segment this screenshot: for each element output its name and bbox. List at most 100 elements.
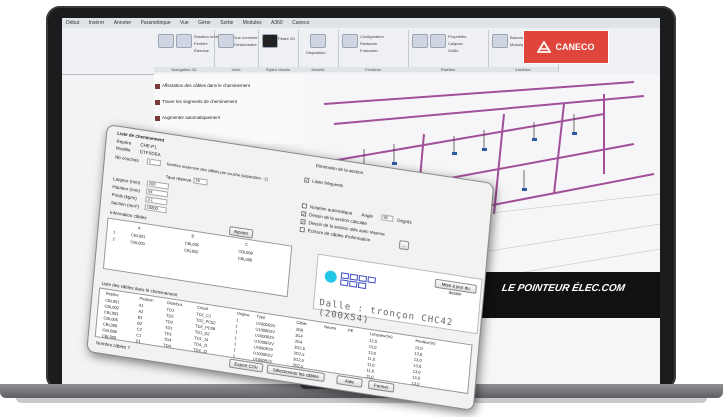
ribbon-group-model: Disposition Modèle (298, 30, 339, 72)
list-header[interactable]: Câble (296, 320, 307, 327)
option-checkbox[interactable] (299, 226, 305, 233)
cable-box (340, 279, 349, 287)
list-header[interactable]: Repère (106, 290, 119, 297)
ribbon-label: Filaire 2D (278, 36, 296, 41)
list-header[interactable]: Neutre (324, 324, 336, 331)
list-cell: CBL009 (101, 333, 117, 341)
list-cell: A2 (138, 308, 144, 315)
auto-icon (155, 116, 160, 121)
list-cell: A1 (138, 302, 144, 309)
ribbon-tab[interactable]: Caneco (288, 18, 313, 26)
grid-header: B (191, 233, 195, 239)
ribbon-group-title: Fenêtres (338, 67, 408, 72)
grid-cell[interactable]: CBL006 (238, 255, 253, 262)
list-cell: 1 (232, 353, 236, 359)
list-header[interactable]: Distribut. (167, 300, 183, 307)
ribbon-group-title: Navigation 2D (154, 67, 214, 72)
option-checkbox[interactable]: ✓ (300, 218, 306, 225)
tool-panel-item[interactable]: Augmenter automatiquement (162, 115, 220, 120)
dim-input[interactable]: 10800 (144, 204, 167, 214)
option-checkbox[interactable]: ✓ (304, 177, 310, 184)
list-cell: C1 (135, 332, 142, 338)
option-checkbox[interactable] (301, 203, 308, 209)
grid-cell[interactable]: CBL001 (131, 232, 146, 239)
tool-panel-item[interactable]: Tracer les segments de cheminement (162, 99, 237, 104)
list-cell: B1 (137, 314, 143, 321)
ribbon-label: Calques (448, 41, 463, 46)
ribbon-label: Vue nommée (234, 35, 258, 40)
list-cell: 1 (233, 341, 237, 347)
ribbon-tab[interactable]: Sortie (216, 18, 237, 26)
ribbon-tab[interactable]: Insérer (85, 18, 109, 26)
option-checkbox[interactable]: ✓ (301, 210, 307, 217)
list-cell: TD4 (163, 342, 172, 349)
cable-box (358, 275, 368, 283)
grid-cell[interactable]: CBL008 (238, 249, 253, 256)
list-header[interactable]: Position (139, 296, 154, 303)
layout-icon[interactable] (310, 34, 326, 48)
refresh-button[interactable]: ... (398, 240, 410, 251)
ribbon-group-palettes: Propriétés Calques Outils Palettes (408, 30, 489, 72)
ribbon-group-views: Vue nommée Gestionnaire Vues (214, 30, 259, 72)
caneco-mark-icon (537, 41, 552, 53)
named-view-icon[interactable] (218, 34, 234, 48)
reserve-input[interactable]: 25 (193, 177, 208, 186)
cable-dot (324, 269, 338, 284)
dim-label: Poids (kg/m) (111, 192, 137, 201)
tool-panel: Affectation des câbles dans le chemineme… (154, 74, 305, 144)
ribbon-group-navigation: Rotation orbit Fenêtre Étendue Navigatio… (154, 30, 218, 72)
cable-box (367, 276, 376, 284)
layers-icon[interactable] (430, 34, 446, 48)
ribbon-group-viewports: Configuration Restaurer Fusionner Fenêtr… (338, 30, 409, 72)
ribbon-group-title: Modèle (298, 67, 338, 72)
list-cell: TD4_J2 (192, 347, 208, 355)
list-cell: 1 (234, 329, 238, 335)
update-drawing-button[interactable]: Mise à jour du dessin (434, 278, 477, 297)
nb-couches-label: Nb couches (114, 154, 139, 163)
ribbon-tab[interactable]: Annoter (110, 18, 136, 26)
field-value: CHE-P1 (140, 142, 157, 150)
list-cell: D1 (135, 338, 141, 344)
visual-style-icon[interactable] (262, 34, 278, 48)
tool-panel-item[interactable]: Affectation des câbles dans le chemineme… (162, 83, 250, 88)
list-header[interactable]: PE (348, 328, 354, 334)
brand-name: CANECO (555, 42, 595, 52)
list-header[interactable]: Type (256, 314, 265, 320)
laptop-foot (16, 398, 707, 403)
reserve-label: Taux réserve (165, 174, 192, 184)
list-cell: 1 (235, 317, 239, 323)
angle-input[interactable]: 90 (381, 214, 394, 222)
ribbon-group-title: Vues (214, 67, 258, 72)
zoom-icon[interactable] (176, 34, 192, 48)
viewport-config-icon[interactable] (342, 34, 358, 48)
list-header[interactable]: Circuit (197, 304, 209, 311)
ribbon-tab[interactable]: Modules (239, 18, 266, 26)
ribbon-tab[interactable]: Début (62, 18, 83, 26)
orbit-icon[interactable] (158, 34, 174, 48)
ribbon-tab[interactable]: Vue (176, 18, 193, 26)
ribbon-tab[interactable]: A360 (267, 18, 287, 26)
ribbon-group-title: Interface (488, 67, 558, 72)
ribbon-label: Fusionner (360, 48, 378, 53)
switch-window-icon[interactable] (492, 34, 508, 48)
grid-cell[interactable]: CBL002 (184, 247, 199, 254)
caneco-logo: CANECO (523, 30, 609, 64)
field-label: Repère (116, 138, 132, 146)
grid-cell[interactable]: CBL003 (130, 239, 145, 246)
drawing-footer (462, 272, 660, 318)
ribbon-tab[interactable]: Gérer (194, 18, 215, 26)
list-header[interactable]: Origine (237, 311, 250, 318)
nb-couches-input[interactable]: 1 (146, 158, 162, 167)
ribbon-label: Propriétés (448, 34, 467, 39)
field-value: DTFXDEA (139, 149, 161, 158)
grid-cell[interactable]: CBL005 (185, 240, 200, 247)
ribbon-label: Fenêtre (194, 41, 208, 46)
cable-box (340, 272, 350, 280)
properties-icon[interactable] (412, 34, 428, 48)
cable-box (349, 273, 359, 281)
degree-label: Degrés (397, 217, 412, 225)
ribbon-tab[interactable]: Paramétrique (137, 18, 175, 26)
ribbon-label: Configuration (360, 34, 384, 39)
grid-header: A (137, 225, 141, 231)
tray-segment (553, 103, 565, 195)
